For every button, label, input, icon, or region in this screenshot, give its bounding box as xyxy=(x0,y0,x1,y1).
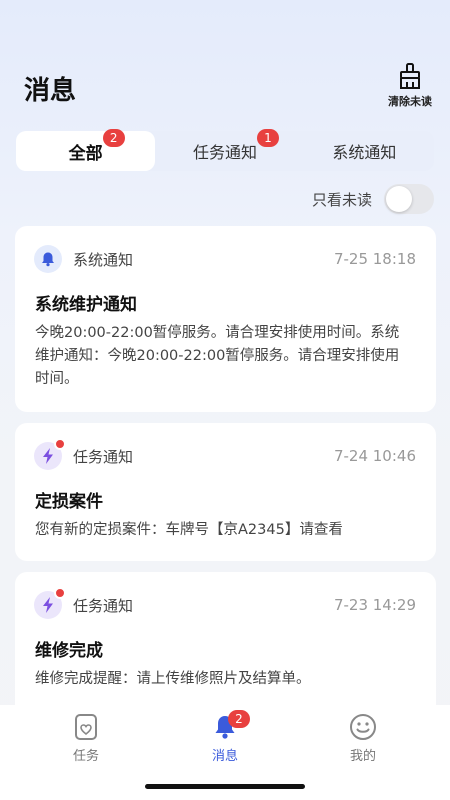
tab-system-notice[interactable]: 系统通知 xyxy=(295,131,434,171)
message-type: 系统通知 xyxy=(73,250,134,269)
message-time: 7-25 18:18 xyxy=(333,250,416,268)
smiley-icon xyxy=(350,714,376,740)
tab-all-label: 全部 xyxy=(68,143,103,164)
page-title: 消息 xyxy=(24,76,77,106)
message-title: 系统维护通知 xyxy=(35,295,137,315)
nav-tasks-label: 任务 xyxy=(72,749,99,764)
nav-messages-label: 消息 xyxy=(211,749,238,764)
tab-task-notice-badge: 1 xyxy=(257,129,279,147)
unread-dot xyxy=(54,587,66,599)
message-card[interactable]: 任务通知 7-24 10:46 定损案件 您有新的定损案件：车牌号【京A2345… xyxy=(15,423,436,561)
clear-unread-label: 清除未读 xyxy=(388,95,432,108)
unread-filter: 只看未读 xyxy=(312,184,434,214)
message-body: 今晚20:00-22:00暂停服务。请合理安排使用时间。系统维护通知：今晚20:… xyxy=(35,325,400,387)
unread-dot xyxy=(54,438,66,450)
nav-profile-label: 我的 xyxy=(349,749,376,764)
toggle-knob xyxy=(386,186,412,212)
clear-unread-button[interactable]: 清除未读 xyxy=(384,62,436,109)
message-card-header: 任务通知 7-23 14:29 xyxy=(34,587,416,620)
message-time: 7-23 14:29 xyxy=(333,596,416,614)
tab-system-notice-label: 系统通知 xyxy=(332,143,397,162)
message-title: 定损案件 xyxy=(35,492,103,512)
header: 消息 清除未读 xyxy=(0,0,450,120)
tab-task-notice-label: 任务通知 xyxy=(192,143,257,162)
tab-all[interactable]: 全部 2 xyxy=(16,128,156,171)
message-body: 您有新的定损案件：车牌号【京A2345】请查看 xyxy=(35,522,343,538)
message-body: 维修完成提醒：请上传维修照片及结算单。 xyxy=(35,671,311,687)
tab-all-badge: 2 xyxy=(102,128,125,147)
nav-tasks[interactable]: 任务 xyxy=(46,713,126,764)
unread-only-toggle[interactable] xyxy=(384,184,434,214)
lightning-icon xyxy=(34,587,66,619)
message-type: 任务通知 xyxy=(73,596,134,615)
unread-filter-label: 只看未读 xyxy=(311,190,372,209)
tab-bar: 全部 2 任务通知 1 系统通知 xyxy=(16,128,434,171)
message-card[interactable]: 系统通知 7-25 18:18 系统维护通知 今晚20:00-22:00暂停服务… xyxy=(15,226,436,412)
message-card-header: 系统通知 7-25 18:18 xyxy=(34,244,416,274)
message-type: 任务通知 xyxy=(73,447,134,466)
nav-messages-badge: 2 xyxy=(228,710,250,728)
lightning-icon xyxy=(34,438,66,470)
tab-task-notice[interactable]: 任务通知 1 xyxy=(155,129,294,171)
home-indicator xyxy=(145,784,305,789)
bell-icon xyxy=(34,245,62,273)
message-title: 维修完成 xyxy=(35,641,103,661)
nav-profile[interactable]: 我的 xyxy=(323,713,403,764)
message-time: 7-24 10:46 xyxy=(333,447,416,465)
message-card-header: 任务通知 7-24 10:46 xyxy=(34,438,416,471)
broom-icon xyxy=(400,63,420,89)
nav-messages[interactable]: 2 消息 xyxy=(185,710,265,764)
task-icon xyxy=(75,714,97,740)
